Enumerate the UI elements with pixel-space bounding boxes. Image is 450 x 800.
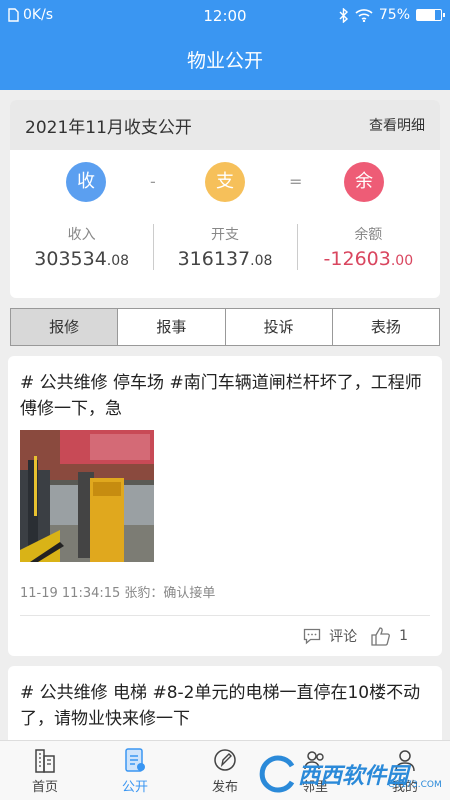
income-int: 303534 — [34, 248, 107, 270]
tab-report[interactable]: 报事 — [117, 309, 224, 345]
summary-header: 2021年11月收支公开 查看明细 — [10, 100, 440, 150]
edit-icon — [214, 749, 236, 771]
comment-button[interactable]: 评论 — [329, 626, 357, 646]
summary-stats: 收入 303534.08 开支 316137.08 余额 -12603.00 — [10, 224, 440, 274]
income-dec: .08 — [106, 253, 130, 269]
status-bar: 0K/s 12:00 75% — [0, 0, 450, 32]
app-header: 0K/s 12:00 75% 物业公开 — [0, 0, 450, 90]
balance-stat: 余额 -12603.00 — [296, 224, 440, 274]
balance-dec: .00 — [390, 253, 414, 269]
nav-home[interactable]: 首页 — [0, 741, 90, 800]
status-right: 75% — [339, 7, 445, 23]
nav-label: 首页 — [31, 780, 58, 795]
page-title: 物业公开 — [186, 50, 263, 72]
balance-int: -12603 — [323, 248, 391, 270]
like-count: 1 — [399, 628, 408, 644]
nav-label: 公开 — [121, 780, 148, 795]
income-label: 收入 — [67, 227, 96, 243]
minus-sign: - — [150, 172, 156, 191]
tab-repair[interactable]: 报修 — [11, 309, 118, 345]
tab-complaint[interactable]: 投诉 — [224, 309, 332, 345]
balance-value: -12603.00 — [297, 248, 440, 270]
building-icon — [35, 749, 55, 773]
expense-dec: .08 — [250, 253, 273, 269]
summary-title: 2021年11月收支公开 — [25, 117, 192, 138]
balance-label: 余额 — [354, 227, 383, 243]
income-value: 303534.08 — [10, 248, 153, 270]
balance-badge: 余 — [344, 162, 384, 202]
expense-badge: 支 — [205, 162, 245, 202]
battery-level — [417, 10, 435, 20]
view-details-link[interactable]: 查看明细 — [369, 115, 425, 135]
tab-praise[interactable]: 表扬 — [331, 309, 439, 345]
parking-gate-photo — [20, 430, 154, 562]
post-card[interactable]: # 公共维修 停车场 #南门车辆道闸栏杆坏了，工程师傅修一下，急 11-19 1… — [8, 356, 442, 656]
nav-label: 发布 — [211, 780, 238, 795]
watermark-logo-icon — [259, 755, 295, 793]
post-meta: 11-19 11:34:15 张豹：确认接单 — [20, 586, 216, 601]
income-badge: 收 — [66, 162, 106, 202]
expense-label: 开支 — [210, 227, 239, 243]
expense-stat: 开支 316137.08 — [153, 224, 296, 274]
battery-percent: 75% — [378, 7, 410, 23]
comment-icon[interactable] — [303, 628, 321, 645]
post-photo[interactable] — [20, 430, 154, 562]
bluetooth-icon — [339, 7, 348, 23]
finance-summary-card: 2021年11月收支公开 查看明细 收 - 支 = 余 收入 303534.08… — [10, 100, 440, 298]
category-tabs: 报修 报事 投诉 表扬 — [10, 308, 440, 346]
wifi-icon — [355, 8, 373, 22]
expense-int: 316137 — [177, 248, 251, 270]
post-actions: 评论 1 — [303, 626, 408, 646]
post-text: # 公共维修 电梯 #8-2单元的电梯一直停在10楼不动了，请物业快来修一下 — [20, 683, 421, 729]
nav-public[interactable]: 公开 — [90, 741, 180, 800]
thumbs-up-icon[interactable] — [371, 626, 391, 646]
nav-publish[interactable]: 发布 — [180, 741, 270, 800]
site-watermark: 西西软件园 CR173.COM — [258, 752, 448, 796]
income-stat: 收入 303534.08 — [10, 224, 153, 274]
post-text: # 公共维修 停车场 #南门车辆道闸栏杆坏了，工程师傅修一下，急 — [20, 373, 422, 419]
document-icon — [125, 748, 145, 772]
equals-sign: = — [289, 172, 303, 191]
expense-value: 316137.08 — [153, 248, 296, 270]
watermark-sub: CR173.COM — [388, 780, 442, 790]
summary-formula: 收 - 支 = 余 — [10, 162, 440, 206]
battery-icon — [416, 9, 445, 21]
divider — [20, 615, 430, 616]
